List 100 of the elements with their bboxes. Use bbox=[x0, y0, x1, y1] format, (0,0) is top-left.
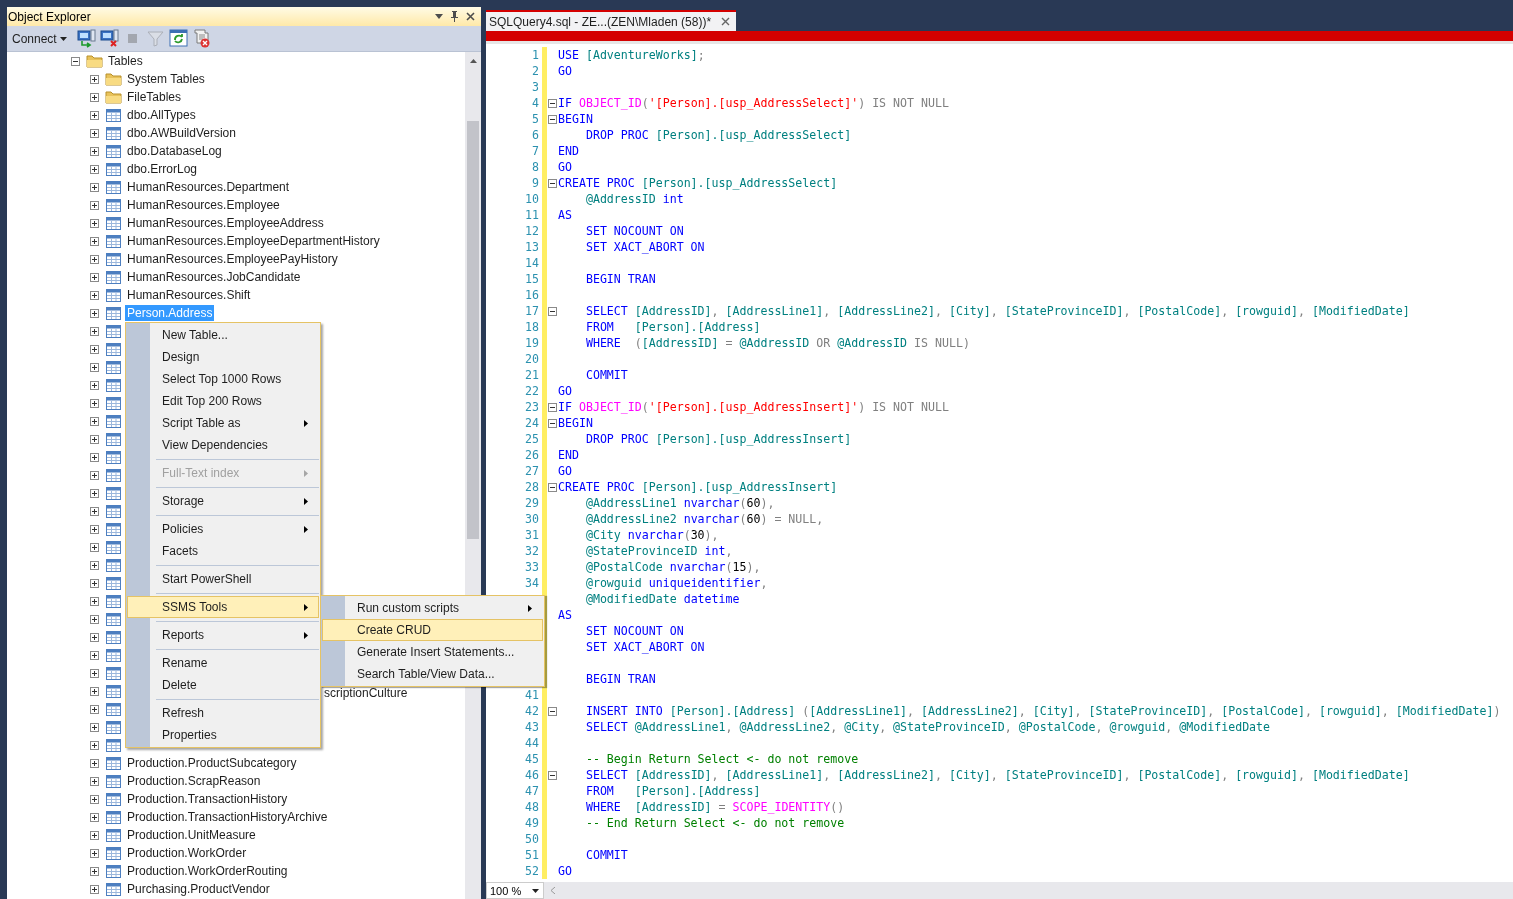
tree-item[interactable]: Production.ScrapReason bbox=[125, 773, 263, 789]
menu-item[interactable]: Design bbox=[127, 346, 319, 368]
expander-icon[interactable] bbox=[90, 866, 99, 876]
expander-icon[interactable] bbox=[90, 470, 99, 480]
expander-icon[interactable] bbox=[90, 560, 99, 570]
tree-item[interactable]: Purchasing.ProductVendor bbox=[125, 881, 272, 897]
menu-item[interactable]: New Table... bbox=[127, 324, 319, 346]
tree-item[interactable]: Production.TransactionHistory bbox=[125, 791, 290, 807]
menu-item[interactable]: Start PowerShell bbox=[127, 568, 319, 590]
tree-item[interactable]: HumanResources.Department bbox=[125, 179, 292, 195]
tree-item[interactable]: Tables bbox=[106, 53, 145, 69]
tree-item[interactable]: scriptionCulture bbox=[322, 687, 410, 700]
expander-icon[interactable] bbox=[90, 794, 99, 804]
menu-item[interactable]: SSMS Tools bbox=[127, 596, 319, 618]
tree-item[interactable]: dbo.ErrorLog bbox=[125, 161, 200, 177]
menu-item[interactable]: Policies bbox=[127, 518, 319, 540]
menu-item[interactable]: Generate Insert Statements... bbox=[322, 641, 543, 663]
expander-icon[interactable] bbox=[90, 326, 99, 336]
menu-item[interactable]: Delete bbox=[127, 674, 319, 696]
expander-icon[interactable] bbox=[90, 200, 99, 210]
menu-item[interactable]: Script Table as bbox=[127, 412, 319, 434]
dropdown-icon[interactable] bbox=[435, 14, 443, 19]
expander-icon[interactable] bbox=[90, 542, 99, 552]
scroll-up-icon[interactable] bbox=[469, 59, 477, 63]
menu-item[interactable]: View Dependencies bbox=[127, 434, 319, 456]
expander-icon[interactable] bbox=[90, 434, 99, 444]
expander-icon[interactable] bbox=[90, 308, 99, 318]
menu-item[interactable]: Rename bbox=[127, 652, 319, 674]
expander-icon[interactable] bbox=[90, 344, 99, 354]
expander-icon[interactable] bbox=[90, 776, 99, 786]
expander-icon[interactable] bbox=[90, 182, 99, 192]
collapse-icon[interactable] bbox=[548, 306, 557, 316]
tree-item[interactable]: HumanResources.JobCandidate bbox=[125, 269, 303, 285]
zoom-dropdown[interactable]: 100 % bbox=[486, 882, 544, 899]
menu-item[interactable]: Select Top 1000 Rows bbox=[127, 368, 319, 390]
expander-icon[interactable] bbox=[90, 128, 99, 138]
collapse-icon[interactable] bbox=[548, 706, 557, 716]
expander-icon[interactable] bbox=[90, 704, 99, 714]
expander-icon[interactable] bbox=[90, 830, 99, 840]
script-cancel-icon[interactable] bbox=[191, 29, 211, 48]
disconnect-icon[interactable] bbox=[99, 29, 119, 48]
menu-item[interactable]: Search Table/View Data... bbox=[322, 663, 543, 685]
expander-icon[interactable] bbox=[90, 812, 99, 822]
expander-icon[interactable] bbox=[90, 488, 99, 498]
collapse-icon[interactable] bbox=[548, 178, 557, 188]
collapse-icon[interactable] bbox=[548, 418, 557, 428]
menu-item[interactable]: Create CRUD bbox=[322, 619, 543, 641]
tree-item[interactable]: Production.UnitMeasure bbox=[125, 827, 258, 843]
expander-icon[interactable] bbox=[90, 632, 99, 642]
expander-icon[interactable] bbox=[90, 506, 99, 516]
tree-item[interactable]: FileTables bbox=[125, 89, 184, 105]
close-icon[interactable] bbox=[721, 17, 731, 26]
menu-item[interactable]: Run custom scripts bbox=[322, 597, 543, 619]
expander-icon[interactable] bbox=[90, 614, 99, 624]
expander-icon[interactable] bbox=[90, 596, 99, 606]
expander-icon[interactable] bbox=[90, 272, 99, 282]
tree-item[interactable]: Production.ProductSubcategory bbox=[125, 755, 299, 771]
collapse-icon[interactable] bbox=[548, 114, 557, 124]
expander-icon[interactable] bbox=[90, 740, 99, 750]
expander-icon[interactable] bbox=[71, 56, 80, 66]
tree-item[interactable]: HumanResources.EmployeeAddress bbox=[125, 215, 326, 231]
expander-icon[interactable] bbox=[90, 218, 99, 228]
collapse-icon[interactable] bbox=[548, 98, 557, 108]
expander-icon[interactable] bbox=[90, 92, 99, 102]
tree-item[interactable]: dbo.AllTypes bbox=[125, 107, 198, 123]
tree-item[interactable]: HumanResources.Shift bbox=[125, 287, 253, 303]
tree-item[interactable]: Production.TransactionHistoryArchive bbox=[125, 809, 330, 825]
tree-item[interactable]: Production.WorkOrder bbox=[125, 845, 249, 861]
expander-icon[interactable] bbox=[90, 236, 99, 246]
tree-item[interactable]: HumanResources.EmployeePayHistory bbox=[125, 251, 340, 267]
expander-icon[interactable] bbox=[90, 686, 99, 696]
expander-icon[interactable] bbox=[90, 524, 99, 534]
document-tab[interactable]: SQLQuery4.sql - ZE...(ZEN\Mladen (58))* bbox=[486, 10, 737, 31]
menu-item[interactable]: Refresh bbox=[127, 702, 319, 724]
expander-icon[interactable] bbox=[90, 452, 99, 462]
tree-item[interactable]: dbo.DatabaseLog bbox=[125, 143, 224, 159]
tree-item[interactable]: Production.WorkOrderRouting bbox=[125, 863, 290, 879]
tree-item[interactable]: System Tables bbox=[125, 71, 207, 87]
menu-item[interactable]: Reports bbox=[127, 624, 319, 646]
collapse-icon[interactable] bbox=[548, 770, 557, 780]
menu-item[interactable]: Properties bbox=[127, 724, 319, 746]
expander-icon[interactable] bbox=[90, 578, 99, 588]
expander-icon[interactable] bbox=[90, 110, 99, 120]
tree-item[interactable]: HumanResources.EmployeeDepartmentHistory bbox=[125, 233, 382, 249]
expander-icon[interactable] bbox=[90, 758, 99, 768]
connect-icon[interactable] bbox=[76, 29, 96, 48]
expander-icon[interactable] bbox=[90, 362, 99, 372]
menu-item[interactable]: Edit Top 200 Rows bbox=[127, 390, 319, 412]
expander-icon[interactable] bbox=[90, 848, 99, 858]
close-icon[interactable] bbox=[466, 12, 475, 21]
expander-icon[interactable] bbox=[90, 290, 99, 300]
refresh-icon[interactable] bbox=[168, 29, 188, 48]
menu-item[interactable]: Storage bbox=[127, 490, 319, 512]
expander-icon[interactable] bbox=[90, 254, 99, 264]
collapse-icon[interactable] bbox=[548, 482, 557, 492]
tree-item[interactable]: HumanResources.Employee bbox=[125, 197, 282, 213]
scroll-thumb[interactable] bbox=[467, 121, 479, 539]
expander-icon[interactable] bbox=[90, 650, 99, 660]
pin-icon[interactable] bbox=[450, 11, 459, 22]
expander-icon[interactable] bbox=[90, 668, 99, 678]
